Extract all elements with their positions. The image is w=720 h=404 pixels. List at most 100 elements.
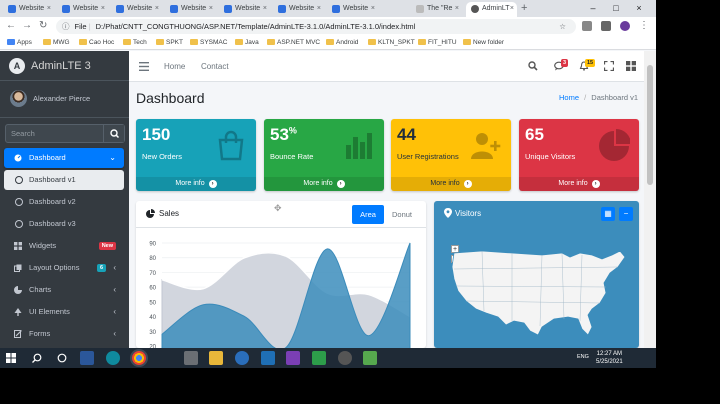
sidebar-item-charts[interactable]: Charts ‹ (4, 280, 124, 300)
y-tick-label: 60 (149, 286, 156, 292)
y-tick-label: 70 (149, 271, 156, 277)
page-scrollbar[interactable] (644, 51, 656, 348)
bookmark-folder[interactable]: SYSMAC (190, 37, 227, 48)
browser-tab[interactable]: Website × (111, 2, 162, 17)
visual-studio-icon[interactable] (286, 351, 300, 365)
brand-link[interactable]: A AdminLTE 3 (0, 51, 129, 81)
reload-icon[interactable]: ↻ (39, 19, 47, 33)
adminlte-favicon-icon (471, 5, 479, 13)
sidebar-item-dashboard[interactable]: Dashboard ⌄ (4, 148, 124, 168)
close-icon[interactable]: × (510, 2, 514, 15)
more-info-link[interactable]: More info › (519, 177, 639, 191)
address-bar[interactable]: ⓘ File | D:/Phat/CNTT_CONGTHUONG/ASP.NET/T… (56, 19, 576, 34)
browser-tab[interactable]: Website × (327, 2, 378, 17)
breadcrumb-home-link[interactable]: Home (559, 93, 579, 102)
stat-value: 53% (270, 125, 297, 144)
close-icon[interactable]: × (101, 2, 105, 15)
sidebar-item-ui-elements[interactable]: UI Elements ‹ (4, 302, 124, 322)
back-icon[interactable]: ← (6, 19, 16, 33)
clock[interactable]: 12:27 AM 5/25/2021 (596, 350, 623, 366)
sidebar-item-forms[interactable]: Forms ‹ (4, 324, 124, 344)
extension-icon[interactable] (582, 21, 592, 31)
window-close-icon[interactable]: × (628, 1, 650, 15)
bookmark-folder[interactable]: Android (326, 37, 358, 48)
search-icon[interactable] (528, 61, 538, 71)
sidebar-item-dashboard-v2[interactable]: Dashboard v2 (4, 192, 124, 212)
puzzle-extension-icon[interactable] (601, 21, 611, 31)
tab-area[interactable]: Area (352, 205, 384, 224)
bookmark-folder[interactable]: New folder (463, 37, 504, 48)
sidebar-item-layout-options[interactable]: Layout Options 6 ‹ (4, 258, 124, 278)
notifications-dropdown[interactable]: 15 (579, 59, 597, 73)
windows-start-icon[interactable] (6, 353, 16, 363)
profile-avatar-icon[interactable] (620, 21, 630, 31)
more-info-link[interactable]: More info › (391, 177, 511, 191)
fullscreen-icon[interactable] (604, 61, 614, 71)
bookmark-folder[interactable]: Java (235, 37, 259, 48)
language-indicator[interactable]: ENG (577, 354, 589, 360)
edit-icon (14, 330, 22, 338)
messages-dropdown[interactable]: 3 (554, 59, 572, 73)
close-icon[interactable]: × (155, 2, 159, 15)
bookmark-folder[interactable]: KLTN_SPKT (368, 37, 415, 48)
bookmark-folder[interactable]: ASP.NET MVC (267, 37, 320, 48)
maximize-icon[interactable]: □ (605, 1, 627, 15)
stat-caption: User Registrations (397, 152, 459, 161)
sidebar-item-dashboard-v1[interactable]: Dashboard v1 (4, 170, 124, 190)
app-icon[interactable] (184, 351, 198, 365)
minimize-icon[interactable]: – (582, 1, 604, 15)
nav-home-link[interactable]: Home (164, 51, 185, 82)
close-icon[interactable]: × (317, 2, 321, 15)
browser-tab[interactable]: The "Re × (411, 2, 462, 17)
sidebar-item-dashboard-v3[interactable]: Dashboard v3 (4, 214, 124, 234)
browser-tab[interactable]: Website × (3, 2, 54, 17)
vscode-icon[interactable] (261, 351, 275, 365)
file-explorer-icon[interactable] (209, 351, 223, 365)
bookmark-apps[interactable]: Apps (7, 37, 32, 48)
collapse-button[interactable]: − (619, 207, 633, 221)
app-icon[interactable] (235, 351, 249, 365)
bookmark-folder[interactable]: Cao Hoc (79, 37, 114, 48)
close-icon[interactable]: × (263, 2, 267, 15)
task-view-icon[interactable] (57, 353, 67, 363)
search-input[interactable] (6, 125, 104, 142)
close-icon[interactable]: × (47, 2, 51, 15)
scrollbar-thumb[interactable] (647, 65, 653, 185)
sidebar-item-widgets[interactable]: Widgets New (4, 236, 124, 256)
app-icon[interactable] (338, 351, 352, 365)
search-button[interactable] (103, 125, 124, 142)
bookmark-star-icon[interactable]: ☆ (559, 19, 566, 34)
browser-tab[interactable]: Website × (219, 2, 270, 17)
browser-tab[interactable]: Website × (57, 2, 108, 17)
browser-tab[interactable]: Website × (165, 2, 216, 17)
nav-contact-link[interactable]: Contact (201, 51, 229, 82)
browser-tab-active[interactable]: AdminLT × (466, 2, 517, 17)
notepad-icon[interactable] (363, 351, 377, 365)
hamburger-menu-icon[interactable] (139, 62, 149, 71)
bookmark-folder[interactable]: FIT_HITU (418, 37, 457, 48)
more-info-link[interactable]: More info › (264, 177, 384, 191)
folder-icon (123, 39, 131, 45)
stat-caption: Bounce Rate (270, 152, 314, 161)
grid-icon[interactable] (626, 61, 636, 71)
word-icon[interactable] (80, 351, 94, 365)
menu-dots-icon[interactable]: ⋮ (639, 19, 649, 33)
bookmark-folder[interactable]: Tech (123, 37, 147, 48)
close-icon[interactable]: × (455, 2, 459, 15)
user-name[interactable]: Alexander Pierce (33, 94, 90, 103)
close-icon[interactable]: × (371, 2, 375, 15)
close-icon[interactable]: × (209, 2, 213, 15)
tab-donut[interactable]: Donut (386, 205, 418, 224)
app-icon[interactable] (312, 351, 326, 365)
more-info-link[interactable]: More info › (136, 177, 256, 191)
new-tab-button[interactable]: + (521, 2, 527, 14)
search-icon[interactable] (32, 353, 42, 363)
bookmark-folder[interactable]: SPKT (156, 37, 183, 48)
chrome-icon[interactable] (132, 351, 146, 365)
usa-map[interactable] (442, 231, 638, 348)
forward-icon[interactable]: → (22, 19, 32, 33)
edge-icon[interactable] (106, 351, 120, 365)
bookmark-folder[interactable]: MWG (43, 37, 70, 48)
date-range-button[interactable]: ▦ (601, 207, 615, 221)
browser-tab[interactable]: Website × (273, 2, 324, 17)
